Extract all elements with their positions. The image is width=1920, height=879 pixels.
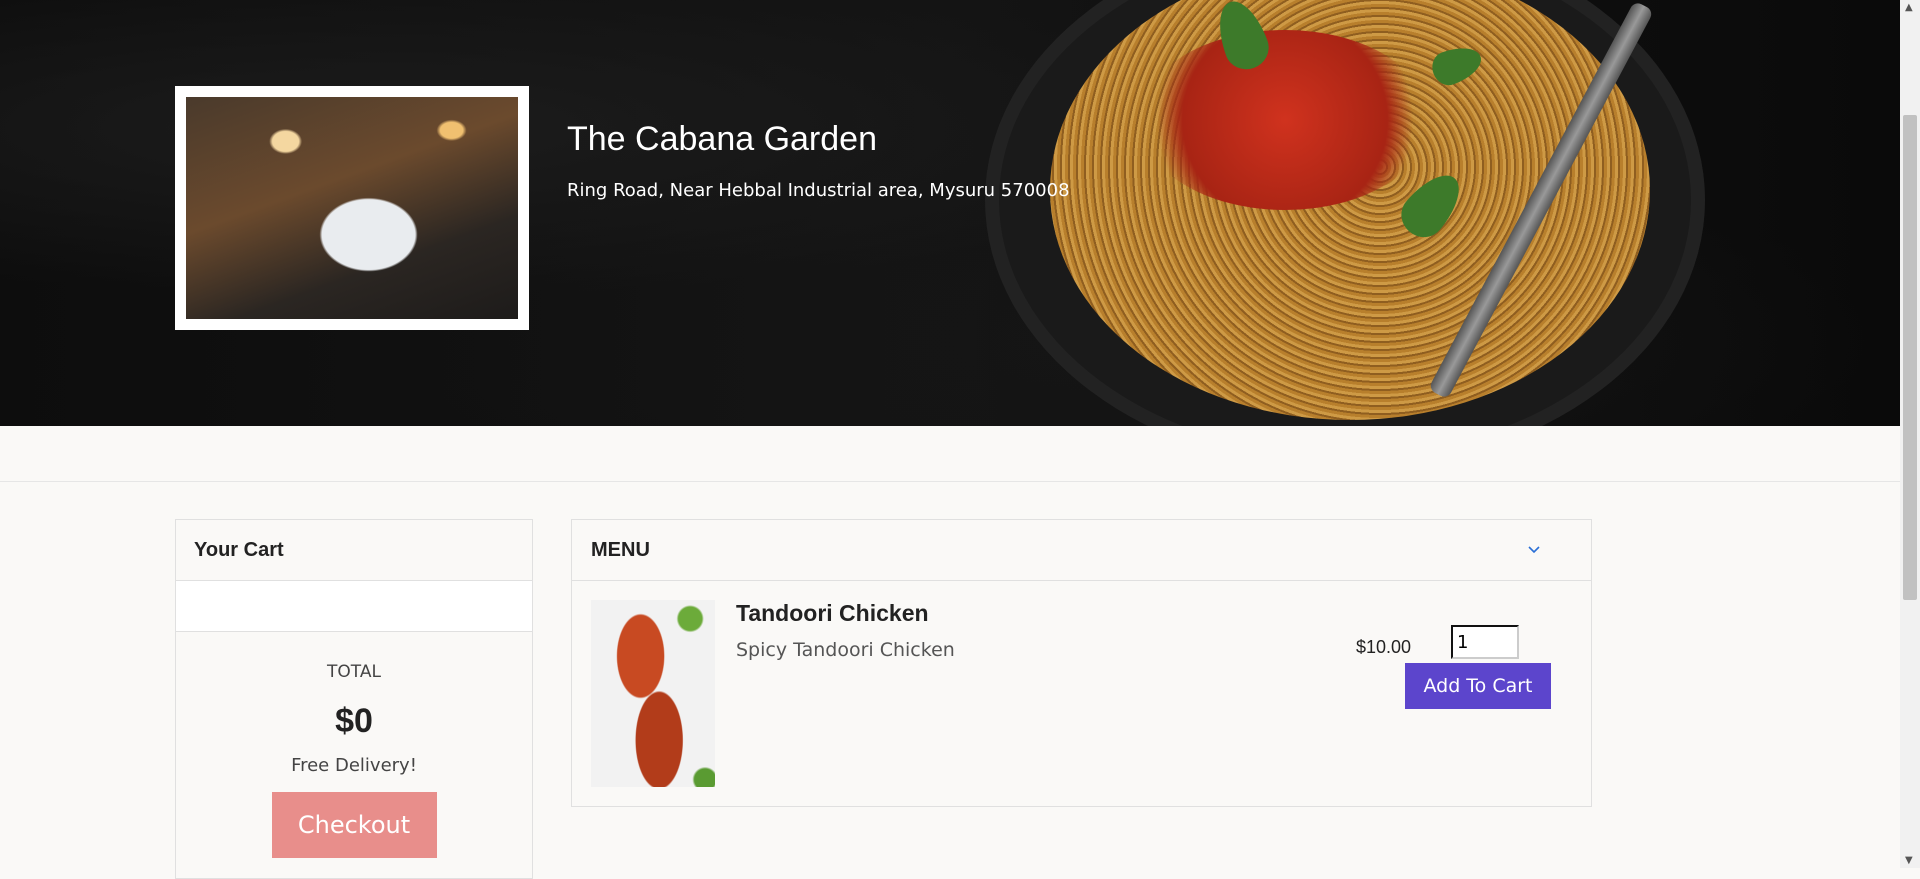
scrollbar-thumb[interactable] [1903,115,1917,600]
delivery-note: Free Delivery! [291,755,417,776]
cart-total-label: TOTAL [327,662,381,682]
cart-panel: Your Cart TOTAL $0 Free Delivery! Checko… [175,519,533,879]
scroll-down-icon[interactable]: ▼ [1905,855,1913,866]
menu-title: MENU [591,538,650,561]
quantity-input[interactable] [1451,625,1519,659]
section-divider [0,481,1900,482]
menu-header[interactable]: MENU [572,520,1591,581]
menu-item-description: Spicy Tandoori Chicken [736,639,955,661]
sauce-image [1140,30,1430,210]
menu-item-image [591,600,715,787]
cart-title: Your Cart [176,520,532,581]
menu-item: Tandoori Chicken Spicy Tandoori Chicken … [572,581,1591,808]
restaurant-address: Ring Road, Near Hebbal Industrial area, … [567,180,1070,201]
restaurant-thumbnail [175,86,529,330]
add-to-cart-button[interactable]: Add To Cart [1405,663,1551,709]
restaurant-photo [186,97,518,319]
restaurant-name: The Cabana Garden [567,120,877,158]
chevron-down-icon[interactable] [1527,542,1541,558]
cart-items-list [176,581,532,632]
page-scrollbar[interactable]: ▲ ▼ [1900,0,1920,868]
menu-item-price: $10.00 [1356,637,1412,657]
hero-banner: The Cabana Garden Ring Road, Near Hebbal… [0,0,1900,426]
menu-item-name: Tandoori Chicken [736,600,929,626]
menu-panel: MENU Tandoori Chicken Spicy Tandoori Chi… [571,519,1592,807]
cart-total-value: $0 [335,702,373,740]
checkout-button[interactable]: Checkout [271,792,437,858]
scroll-up-icon[interactable]: ▲ [1905,2,1913,13]
